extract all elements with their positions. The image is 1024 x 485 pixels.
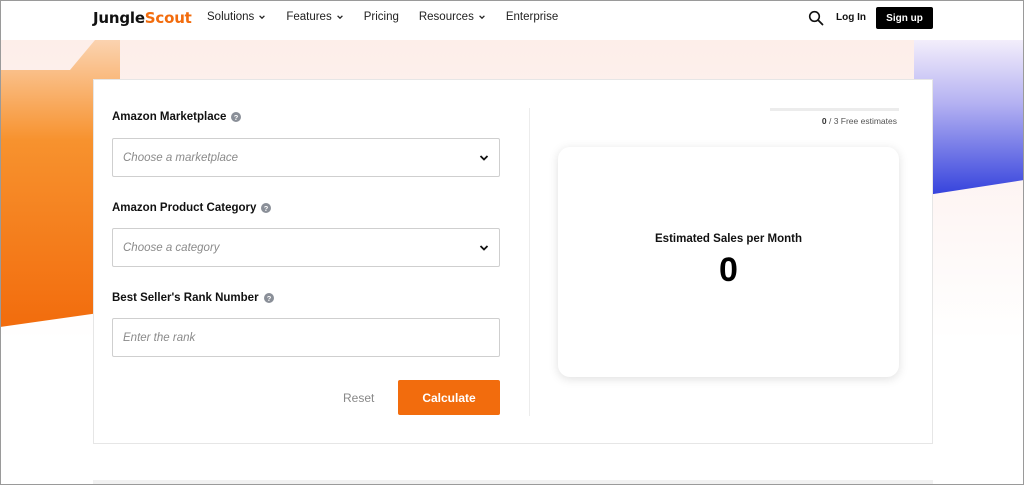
marketplace-label: Amazon Marketplace ? [112, 111, 242, 123]
result-title: Estimated Sales per Month [655, 233, 802, 245]
category-label-text: Amazon Product Category [112, 202, 257, 214]
svg-text:?: ? [234, 113, 239, 122]
result-card: Estimated Sales per Month 0 [558, 147, 899, 377]
sales-estimator-card: Amazon Marketplace ? Choose a marketplac… [93, 79, 933, 444]
nav-links: Solutions Features Pricing Resources Ent… [207, 11, 578, 23]
nav-features-label: Features [286, 11, 332, 23]
search-icon[interactable] [808, 10, 824, 26]
category-select[interactable]: Choose a category [112, 228, 500, 267]
logo-scout: Scout [144, 9, 192, 27]
top-nav: JungleScout Solutions Features Pricing R… [0, 0, 1024, 40]
signup-button[interactable]: Sign up [876, 7, 933, 29]
next-section-edge [93, 480, 933, 485]
help-icon[interactable]: ? [261, 203, 272, 213]
estimates-limit: / 3 Free estimates [828, 116, 897, 126]
rank-label-text: Best Seller's Rank Number [112, 292, 259, 304]
logo-jungle: Jungle [93, 9, 145, 27]
nav-enterprise[interactable]: Enterprise [506, 11, 558, 23]
free-estimates-counter: 0 / 3 Free estimates [822, 116, 897, 126]
nav-resources-label: Resources [418, 11, 474, 23]
svg-text:?: ? [266, 294, 271, 303]
reset-button[interactable]: Reset [343, 391, 374, 405]
svg-text:?: ? [264, 204, 269, 213]
help-icon[interactable]: ? [263, 293, 274, 303]
nav-solutions[interactable]: Solutions [207, 11, 266, 23]
estimates-used: 0 [821, 116, 827, 126]
nav-pricing[interactable]: Pricing [364, 11, 399, 23]
chevron-down-icon [479, 155, 489, 161]
marketplace-label-text: Amazon Marketplace [112, 111, 227, 123]
nav-solutions-label: Solutions [207, 11, 255, 23]
login-link[interactable]: Log In [836, 12, 866, 23]
help-icon[interactable]: ? [231, 112, 242, 122]
calculate-button[interactable]: Calculate [398, 380, 500, 415]
category-label: Amazon Product Category ? [112, 202, 272, 214]
nav-resources[interactable]: Resources [419, 11, 486, 23]
chevron-down-icon [479, 245, 489, 251]
nav-pricing-label: Pricing [363, 11, 399, 23]
chevron-down-icon [336, 15, 343, 20]
nav-enterprise-label: Enterprise [505, 11, 559, 23]
rank-label: Best Seller's Rank Number ? [112, 292, 274, 304]
logo[interactable]: JungleScout [93, 9, 192, 27]
category-placeholder: Choose a category [123, 241, 220, 254]
rank-placeholder: Enter the rank [123, 331, 196, 344]
marketplace-select[interactable]: Choose a marketplace [112, 138, 500, 177]
chevron-down-icon [478, 15, 485, 20]
estimates-progress-bar [770, 108, 899, 111]
chevron-down-icon [259, 15, 266, 20]
nav-features[interactable]: Features [286, 11, 343, 23]
marketplace-placeholder: Choose a marketplace [123, 151, 239, 164]
result-value: 0 [719, 251, 738, 289]
column-divider [529, 108, 530, 416]
rank-input[interactable]: Enter the rank [112, 318, 500, 357]
